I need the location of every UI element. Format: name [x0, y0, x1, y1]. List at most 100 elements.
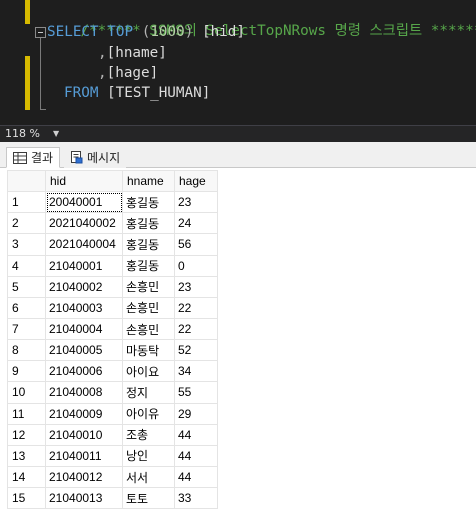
table-cell[interactable]: 손흥민: [122, 275, 175, 298]
row-number[interactable]: 2: [7, 212, 46, 235]
table-row[interactable]: 8 21040005 마동탁 52: [7, 339, 218, 362]
table-row[interactable]: 4 21040001 홍길동 0: [7, 254, 218, 277]
table-cell[interactable]: 23: [174, 191, 218, 214]
zoom-dropdown[interactable]: 118 % ▼: [3, 127, 63, 141]
code-line-3: ,[hname]: [98, 43, 167, 63]
table-cell[interactable]: 52: [174, 339, 218, 362]
table-cell[interactable]: 55: [174, 381, 218, 404]
table-cell[interactable]: 토토: [122, 487, 175, 510]
table-row[interactable]: 7 21040004 손흥민 22: [7, 317, 218, 341]
table-cell[interactable]: 21040001: [45, 254, 123, 277]
table-cell[interactable]: 20040001: [45, 191, 123, 214]
table-cell[interactable]: 조총: [122, 423, 175, 446]
row-number[interactable]: 3: [7, 233, 46, 256]
table-cell[interactable]: 21040011: [45, 444, 123, 467]
table-cell[interactable]: 21040012: [45, 465, 123, 489]
table-cell[interactable]: 44: [174, 423, 218, 446]
table-cell[interactable]: 21040013: [45, 487, 123, 510]
table-row[interactable]: 2 2021040002 홍길동 24: [7, 212, 218, 235]
table-cell[interactable]: 홍길동: [122, 254, 175, 277]
table-cell[interactable]: 아이유: [122, 402, 175, 425]
table-cell[interactable]: 2021040004: [45, 233, 123, 256]
table-row[interactable]: 13 21040011 낭인 44: [7, 444, 218, 467]
table-row[interactable]: 6 21040003 손흥민 22: [7, 296, 218, 319]
table-cell[interactable]: 21040002: [45, 275, 123, 298]
changed-lines-marker: [25, 0, 30, 24]
zoom-value: 118 %: [5, 127, 40, 140]
results-grid[interactable]: hid hname hage 1 20040001 홍길동 23 2 2021040002…: [7, 169, 218, 510]
table-cell[interactable]: 23: [174, 275, 218, 298]
table-cell[interactable]: 손흥민: [122, 296, 175, 319]
table-cell[interactable]: 2021040002: [45, 212, 123, 235]
table-cell[interactable]: 마동탁: [122, 339, 175, 362]
sql-comma: ,: [98, 65, 107, 81]
collapse-icon[interactable]: [35, 27, 46, 38]
table-cell[interactable]: 홍길동: [122, 212, 175, 235]
row-number[interactable]: 12: [7, 423, 46, 446]
column-header[interactable]: hage: [174, 169, 218, 193]
column-header[interactable]: hid: [45, 169, 123, 193]
row-number[interactable]: 10: [7, 381, 46, 404]
results-tabs: 결과 메시지: [0, 142, 476, 168]
tab-messages-label: 메시지: [87, 150, 121, 165]
row-number[interactable]: 14: [7, 465, 46, 489]
row-number[interactable]: 6: [7, 296, 46, 319]
table-cell[interactable]: 0: [174, 254, 218, 277]
table-cell[interactable]: 21040006: [45, 360, 123, 383]
row-number[interactable]: 9: [7, 360, 46, 383]
changed-lines-marker: [25, 56, 30, 110]
table-cell[interactable]: 21040010: [45, 423, 123, 446]
row-number[interactable]: 5: [7, 275, 46, 298]
table-cell[interactable]: 33: [174, 487, 218, 510]
table-row[interactable]: 5 21040002 손흥민 23: [7, 275, 218, 298]
table-cell[interactable]: 21040009: [45, 402, 123, 425]
table-cell[interactable]: 아이요: [122, 360, 175, 383]
code-line-4: ,[hage]: [98, 63, 158, 83]
tab-messages[interactable]: 메시지: [64, 147, 127, 168]
message-icon: [71, 151, 83, 164]
table-cell[interactable]: 56: [174, 233, 218, 256]
table-row[interactable]: 3 2021040004 홍길동 56: [7, 233, 218, 256]
table-cell[interactable]: 홍길동: [122, 191, 175, 214]
table-cell[interactable]: 정지: [122, 381, 175, 404]
table-cell[interactable]: 21040005: [45, 339, 123, 362]
table-cell[interactable]: 낭인: [122, 444, 175, 467]
query-editor[interactable]: /****** SSMS의 SelectTopNRows 명령 스크립트 ***…: [0, 0, 476, 125]
table-cell[interactable]: 홍길동: [122, 233, 175, 256]
table-cell[interactable]: 44: [174, 465, 218, 489]
table-row[interactable]: 14 21040012 서서 44: [7, 465, 218, 489]
editor-status-bar: 118 % ▼: [0, 125, 476, 142]
table-cell[interactable]: 서서: [122, 465, 175, 489]
row-number[interactable]: 15: [7, 487, 46, 510]
table-cell[interactable]: 21040004: [45, 317, 123, 341]
table-cell[interactable]: 21040008: [45, 381, 123, 404]
table-cell[interactable]: 22: [174, 296, 218, 319]
table-cell[interactable]: 34: [174, 360, 218, 383]
row-number[interactable]: 8: [7, 339, 46, 362]
row-number[interactable]: 7: [7, 317, 46, 341]
tab-results[interactable]: 결과: [6, 147, 61, 168]
sql-keyword-top: TOP: [107, 24, 134, 40]
table-cell[interactable]: 손흥민: [122, 317, 175, 341]
code-line-2: SELECT TOP (1000) [hid]: [47, 22, 245, 42]
table-row[interactable]: 10 21040008 정지 55: [7, 381, 218, 404]
table-row[interactable]: 1 20040001 홍길동 23: [7, 191, 218, 214]
row-number[interactable]: 13: [7, 444, 46, 467]
row-number-header[interactable]: [7, 169, 46, 193]
row-number[interactable]: 1: [7, 191, 46, 214]
grid-icon: [13, 151, 27, 164]
table-cell[interactable]: 24: [174, 212, 218, 235]
grid-header-row: hid hname hage: [7, 169, 218, 193]
table-row[interactable]: 15 21040013 토토 33: [7, 487, 218, 510]
table-row[interactable]: 12 21040010 조총 44: [7, 423, 218, 446]
table-row[interactable]: 9 21040006 아이요 34: [7, 360, 218, 383]
table-cell[interactable]: 22: [174, 317, 218, 341]
sql-comma: ,: [98, 45, 107, 61]
row-number[interactable]: 4: [7, 254, 46, 277]
table-cell[interactable]: 21040003: [45, 296, 123, 319]
table-row[interactable]: 11 21040009 아이유 29: [7, 402, 218, 425]
table-cell[interactable]: 29: [174, 402, 218, 425]
column-header[interactable]: hname: [122, 169, 175, 193]
row-number[interactable]: 11: [7, 402, 46, 425]
table-cell[interactable]: 44: [174, 444, 218, 467]
